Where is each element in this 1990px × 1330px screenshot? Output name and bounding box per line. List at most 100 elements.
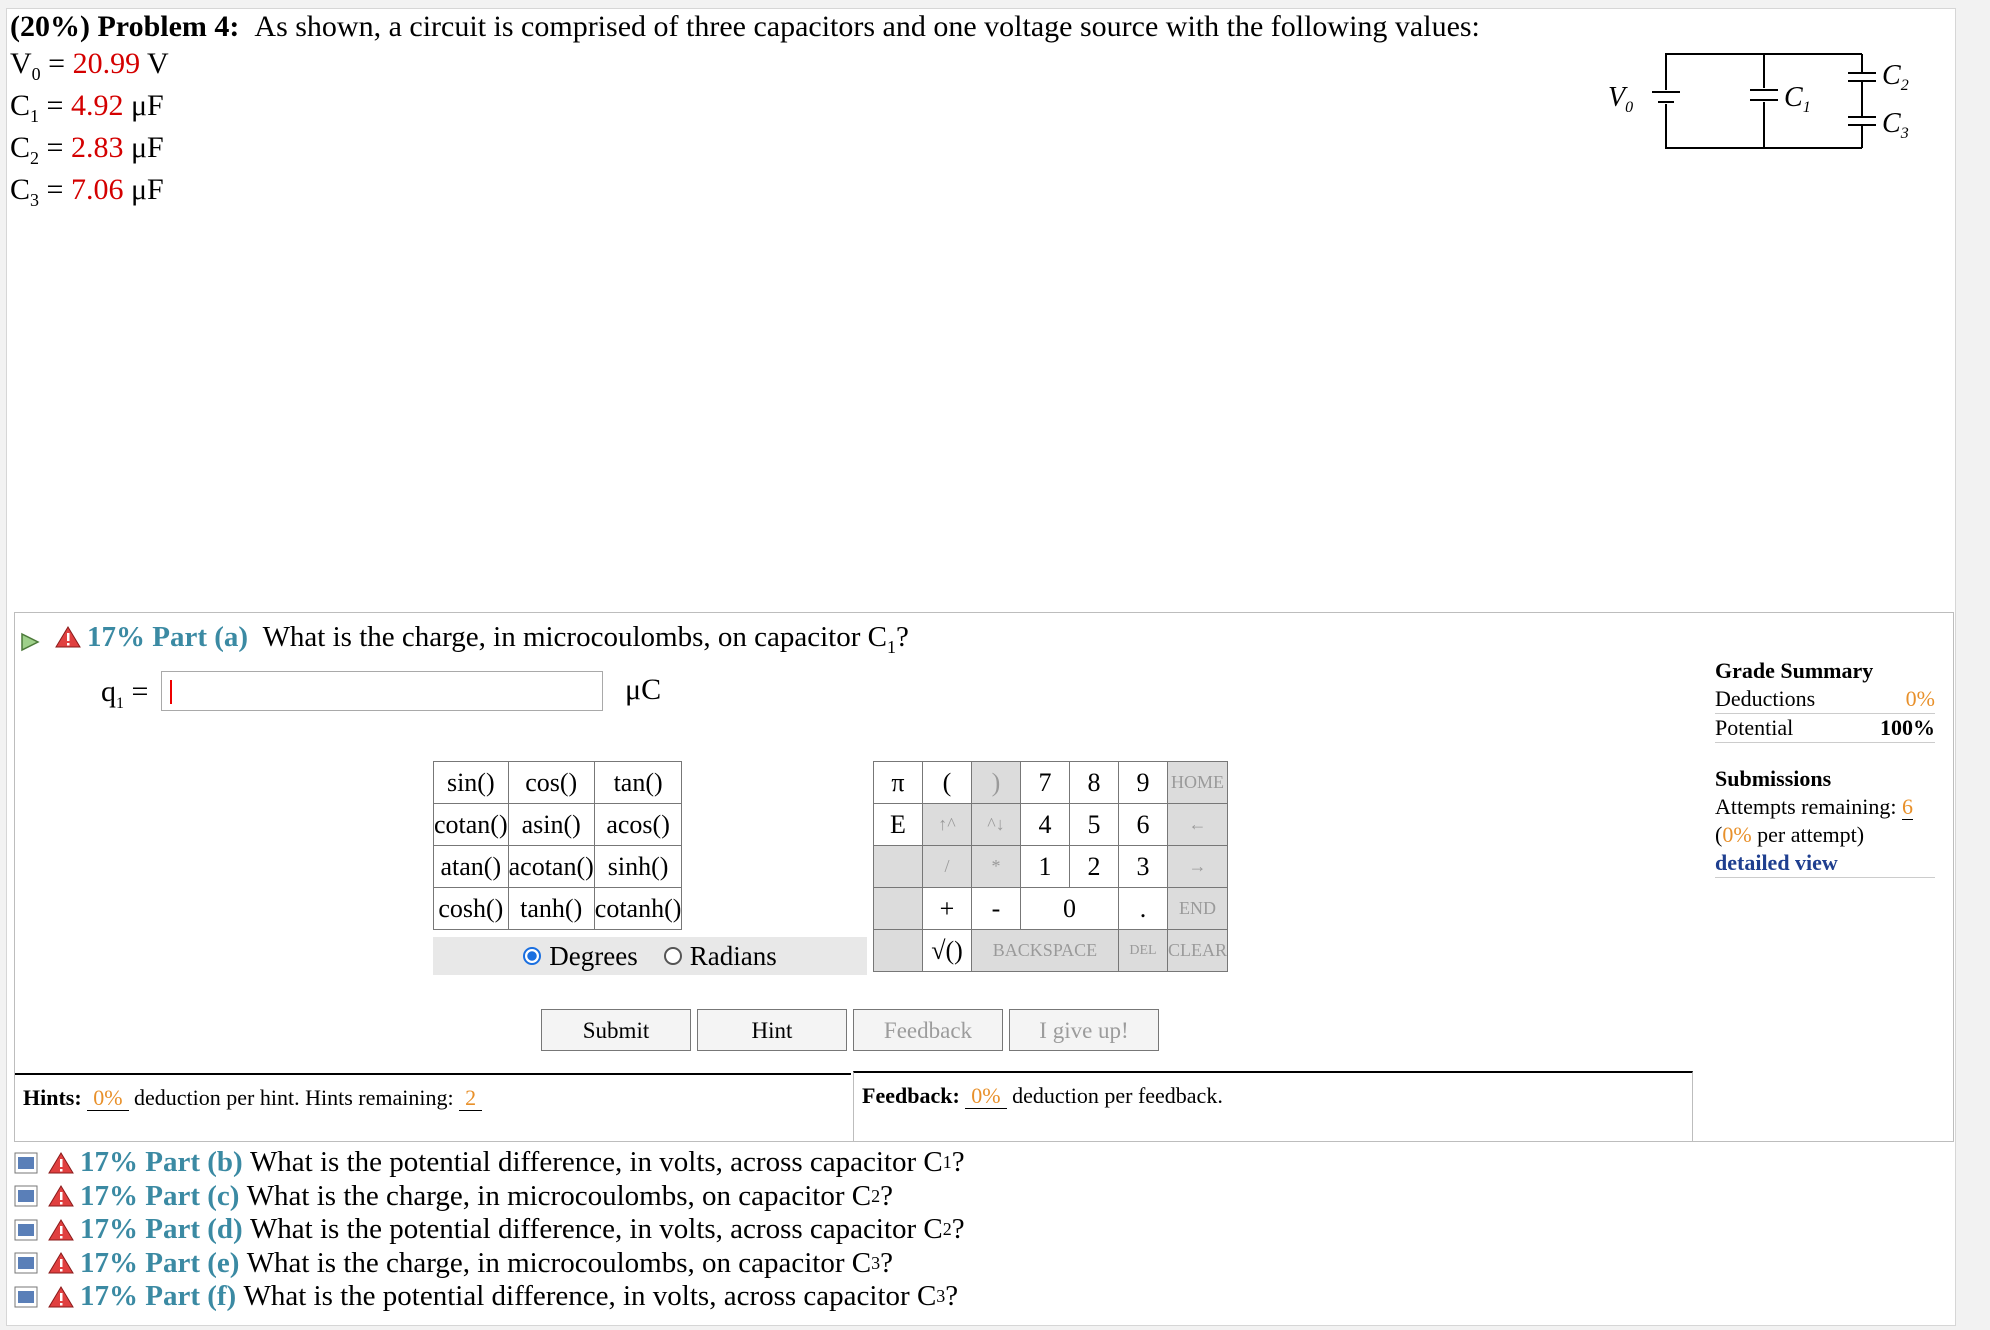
hint-button[interactable]: Hint xyxy=(697,1009,847,1051)
key-8[interactable]: 8 xyxy=(1069,761,1119,804)
attempts-remaining: Attempts remaining: 6 xyxy=(1715,794,1913,820)
warning-icon xyxy=(48,1252,74,1274)
deductions-row: Deductions 0% xyxy=(1715,685,1935,714)
collapsed-part-icon[interactable] xyxy=(14,1286,38,1308)
collapsed-part-icon[interactable] xyxy=(14,1185,38,1207)
key-left-arrow[interactable]: ← xyxy=(1166,803,1229,846)
collapsed-part-icon[interactable] xyxy=(14,1152,38,1174)
key-clear[interactable]: CLEAR xyxy=(1166,929,1229,972)
hints-remaining: 2 xyxy=(459,1085,483,1111)
radians-radio[interactable] xyxy=(663,947,682,965)
key-slash[interactable]: / xyxy=(922,845,972,888)
key-del[interactable]: DEL xyxy=(1118,929,1168,972)
give-up-button[interactable]: I give up! xyxy=(1009,1009,1159,1051)
hints-bar: Hints: 0% deduction per hint. Hints rema… xyxy=(15,1073,851,1141)
part-a-label: 17% Part (a) xyxy=(87,621,249,653)
key-9[interactable]: 9 xyxy=(1118,761,1168,804)
circuit-label-c1: C1 xyxy=(1784,82,1811,116)
circuit-label-v0: V0 xyxy=(1608,82,1633,116)
key-3[interactable]: 3 xyxy=(1118,845,1168,888)
angle-mode-selector: Degrees Radians xyxy=(433,937,867,975)
other-parts-list: 17% Part (b) What is the potential diffe… xyxy=(14,1146,965,1314)
submissions-title: Submissions xyxy=(1715,766,1832,791)
key-4[interactable]: 4 xyxy=(1020,803,1070,846)
key-down[interactable]: ^↓ xyxy=(971,803,1021,846)
key-cotanh[interactable]: cotanh() xyxy=(593,887,683,930)
key-atan[interactable]: atan() xyxy=(433,845,509,888)
key-asin[interactable]: asin() xyxy=(507,803,595,846)
answer-unit: μC xyxy=(625,673,662,706)
feedback-text: deduction per feedback. xyxy=(1012,1083,1223,1108)
part-a-question: What is the charge, in microcoulombs, on… xyxy=(262,621,887,653)
hints-text: deduction per hint. Hints remaining: xyxy=(134,1085,454,1110)
key-cosh[interactable]: cosh() xyxy=(433,887,509,930)
key-backspace[interactable]: BACKSPACE xyxy=(971,929,1119,972)
key-2[interactable]: 2 xyxy=(1069,845,1119,888)
answer-variable-label: q1 = xyxy=(101,675,149,712)
key-sinh[interactable]: sinh() xyxy=(593,845,683,888)
key-cos[interactable]: cos() xyxy=(507,761,595,804)
key-1[interactable]: 1 xyxy=(1020,845,1070,888)
given-values: V0 = 20.99 V C1 = 4.92 μF C2 = 2.83 μF C… xyxy=(10,48,169,216)
problem-header: (20%) Problem 4: As shown, a circuit is … xyxy=(10,10,1480,44)
detailed-view-link[interactable]: detailed view xyxy=(1715,850,1838,875)
warning-icon xyxy=(48,1285,74,1308)
key-acotan[interactable]: acotan() xyxy=(507,845,595,888)
key-end[interactable]: END xyxy=(1166,887,1229,930)
key-sin[interactable]: sin() xyxy=(433,761,509,804)
part-f-row[interactable]: 17% Part (f) What is the potential diffe… xyxy=(14,1280,965,1314)
key-e[interactable]: E xyxy=(873,803,923,846)
expand-triangle-icon[interactable] xyxy=(19,631,41,653)
key-plus[interactable]: + xyxy=(922,887,972,930)
part-c-row[interactable]: 17% Part (c) What is the charge, in micr… xyxy=(14,1180,965,1214)
degrees-label: Degrees xyxy=(549,940,638,971)
key-acos[interactable]: acos() xyxy=(593,803,683,846)
key-sqrt[interactable]: √() xyxy=(922,929,972,972)
degrees-radio[interactable] xyxy=(523,947,542,965)
key-cotan[interactable]: cotan() xyxy=(433,803,509,846)
hints-label: Hints: xyxy=(23,1085,82,1110)
problem-text: As shown, a circuit is comprised of thre… xyxy=(254,10,1480,43)
key-0[interactable]: 0 xyxy=(1020,887,1119,930)
potential-row: Potential 100% xyxy=(1715,714,1935,743)
collapsed-part-icon[interactable] xyxy=(14,1252,38,1274)
key-minus[interactable]: - xyxy=(971,887,1021,930)
part-a-panel: 17% Part (a) What is the charge, in micr… xyxy=(14,612,1954,1142)
key-dot[interactable]: . xyxy=(1118,887,1168,930)
grade-summary: Grade Summary Deductions 0% Potential 100%… xyxy=(1715,657,1935,878)
feedback-button[interactable]: Feedback xyxy=(853,1009,1003,1051)
key-lparen[interactable]: ( xyxy=(922,761,972,804)
key-blank-3 xyxy=(873,929,923,972)
key-tanh[interactable]: tanh() xyxy=(507,887,595,930)
key-pi[interactable]: π xyxy=(873,761,923,804)
key-blank-2 xyxy=(873,887,923,930)
part-b-row[interactable]: 17% Part (b) What is the potential diffe… xyxy=(14,1146,965,1180)
key-7[interactable]: 7 xyxy=(1020,761,1070,804)
problem-label: Problem 4: xyxy=(97,10,240,43)
key-star[interactable]: * xyxy=(971,845,1021,888)
value-c1: C1 = 4.92 μF xyxy=(10,89,164,126)
key-right-arrow[interactable]: → xyxy=(1166,845,1229,888)
feedback-bar: Feedback: 0% deduction per feedback. xyxy=(853,1071,1693,1141)
circuit-label-c3: C3 xyxy=(1882,108,1909,142)
key-6[interactable]: 6 xyxy=(1118,803,1168,846)
key-5[interactable]: 5 xyxy=(1069,803,1119,846)
per-attempt: (0% per attempt) xyxy=(1715,822,1865,847)
warning-icon xyxy=(48,1185,74,1207)
collapsed-part-icon[interactable] xyxy=(14,1219,38,1241)
grade-summary-title: Grade Summary xyxy=(1715,658,1874,683)
key-tan[interactable]: tan() xyxy=(593,761,683,804)
answer-input[interactable] xyxy=(161,671,603,711)
value-c3: C3 = 7.06 μF xyxy=(10,173,164,210)
part-a-title: 17% Part (a) What is the charge, in micr… xyxy=(55,621,909,658)
warning-icon xyxy=(48,1218,74,1241)
value-v0: V0 = 20.99 V xyxy=(10,47,169,84)
key-blank xyxy=(873,845,923,888)
submit-button[interactable]: Submit xyxy=(541,1009,691,1051)
key-rparen[interactable]: ) xyxy=(971,761,1021,804)
circuit-label-c2: C2 xyxy=(1882,60,1909,94)
key-up[interactable]: ↑^ xyxy=(922,803,972,846)
key-home[interactable]: HOME xyxy=(1166,761,1229,804)
part-d-row[interactable]: 17% Part (d) What is the potential diffe… xyxy=(14,1213,965,1247)
part-e-row[interactable]: 17% Part (e) What is the charge, in micr… xyxy=(14,1247,965,1281)
